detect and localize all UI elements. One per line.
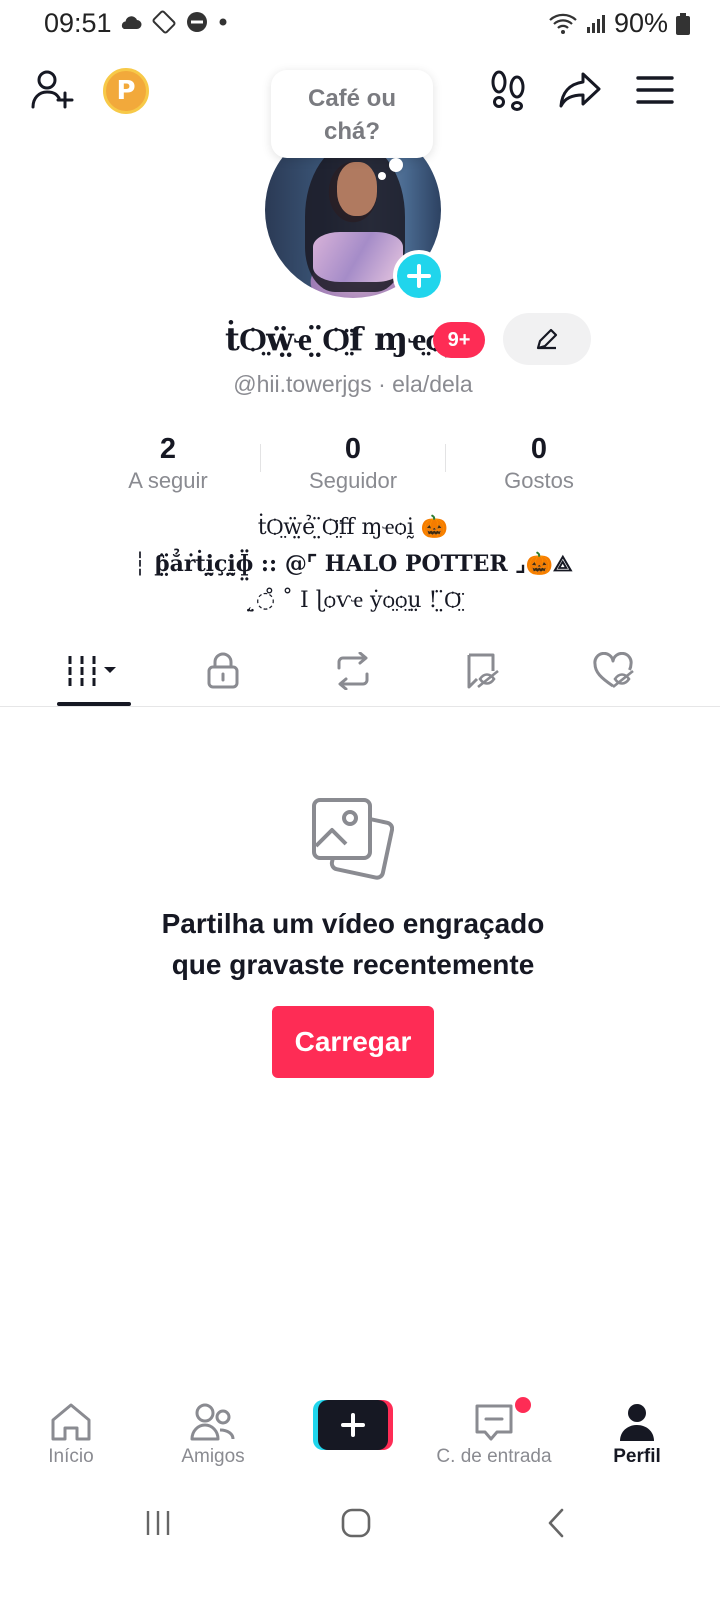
likes-count: 0 (530, 433, 548, 465)
bio-line-1: ṫѺ̤ẅ̤ẻ ̤̈Ѻ̤̈ff ɱҽѻḭ 🎃 (257, 515, 449, 540)
share-profile-button[interactable] (557, 68, 603, 112)
liked-icon (593, 652, 634, 689)
nav-friends-label: Amigos (181, 1446, 245, 1467)
tab-private[interactable] (186, 646, 260, 696)
status-icons-right: 90% (548, 8, 690, 39)
share-icon (559, 72, 601, 108)
empty-line-2: que gravaste recentemente (171, 949, 535, 980)
pencil-icon (536, 328, 558, 350)
repost-icon (337, 652, 369, 690)
home-system-button[interactable] (336, 1500, 376, 1546)
rotate-icon (152, 10, 176, 34)
hamburger-icon (636, 76, 674, 104)
signal-icon (586, 14, 605, 33)
videos-grid-icon (68, 656, 116, 686)
tab-liked[interactable] (577, 646, 651, 696)
nav-home[interactable]: Início (6, 1398, 136, 1478)
create-button[interactable] (313, 1400, 393, 1450)
nav-inbox-label: C. de entrada (436, 1446, 552, 1467)
menu-button[interactable] (634, 70, 676, 110)
empty-state-message: Partilha um vídeo engraçado que gravaste… (0, 903, 706, 985)
friends-icon (190, 1403, 235, 1441)
status-icons-left (118, 10, 228, 34)
battery-icon (676, 12, 690, 35)
nav-friends[interactable]: Amigos (148, 1398, 278, 1478)
wifi-icon (549, 13, 577, 34)
plus-icon (407, 264, 431, 288)
followers-label: Seguidor (308, 468, 398, 493)
following-label: A seguir (128, 468, 208, 493)
battery-percent: 90% (613, 8, 668, 38)
photo-gallery-icon (312, 798, 394, 880)
stat-following[interactable]: 2 A seguir (78, 432, 258, 494)
plus-icon (341, 1413, 365, 1437)
nav-profile[interactable]: Perfil (572, 1398, 702, 1478)
back-icon (548, 1508, 564, 1538)
note-bubble[interactable]: Café ou chá? (271, 70, 433, 158)
stat-followers[interactable]: 0 Seguidor (263, 432, 443, 494)
back-button[interactable] (536, 1500, 576, 1546)
notification-badge[interactable]: 9+ (433, 322, 485, 358)
upload-button[interactable]: Carregar (272, 1006, 434, 1078)
dnd-icon (187, 12, 207, 32)
stat-likes[interactable]: 0 Gostos (449, 432, 629, 494)
coin-icon: P (116, 76, 136, 106)
bio-line-2: ┆ ƥ̤̈ẳṙṫḭ̤ҫḭ̤ɸ̤̈ :: @⌜ HALO POTTER ⌟🎃⟁ (133, 551, 573, 577)
edit-profile-button[interactable] (503, 313, 591, 365)
tab-saved[interactable] (447, 646, 521, 696)
add-story-button[interactable] (393, 250, 445, 302)
status-bar: 09:51 90% (0, 0, 720, 46)
profile-handle: @hii.towerjgs · ela/dela (233, 371, 473, 397)
bio-line-3: ˛̤◌̊ ˚ I ɭѻѵҽ ẏѻ̤ѻ̤ṳ ! ̤̈Ѻ̤̈ (244, 588, 462, 613)
tab-reposts[interactable] (316, 646, 390, 696)
nav-inbox[interactable]: C. de entrada (429, 1398, 559, 1478)
coins-button[interactable]: P (103, 68, 149, 114)
empty-line-1: Partilha um vídeo engraçado (161, 908, 545, 939)
footprints-icon (491, 70, 525, 111)
note-line-1: Café ou (307, 85, 396, 112)
tab-videos[interactable] (57, 646, 131, 696)
add-friend-button[interactable] (28, 66, 76, 114)
cloud-icon (121, 16, 142, 29)
saved-icon (467, 653, 499, 689)
add-user-icon (31, 70, 74, 109)
following-count: 2 (159, 433, 177, 465)
dot-icon (219, 18, 227, 26)
followers-count: 0 (344, 433, 362, 465)
home-circle-icon (341, 1508, 371, 1538)
inbox-notification-dot (515, 1397, 531, 1413)
home-icon (51, 1403, 91, 1441)
profile-icon (620, 1404, 654, 1441)
recents-icon (146, 1511, 170, 1535)
likes-label: Gostos (504, 468, 574, 493)
lock-icon (207, 652, 239, 689)
inbox-icon (475, 1404, 513, 1441)
display-name: ṫѺ̤ẅ̤ҽ ̤̈Ѻ̤̈f ɱҽ̤ѻḭ (225, 320, 457, 358)
note-line-2: chá? (323, 118, 380, 145)
nav-home-label: Início (48, 1446, 94, 1467)
status-time: 09:51 (44, 8, 112, 38)
profile-views-button[interactable] (486, 68, 530, 112)
recent-apps-button[interactable] (138, 1500, 178, 1546)
nav-profile-label: Perfil (613, 1446, 661, 1467)
